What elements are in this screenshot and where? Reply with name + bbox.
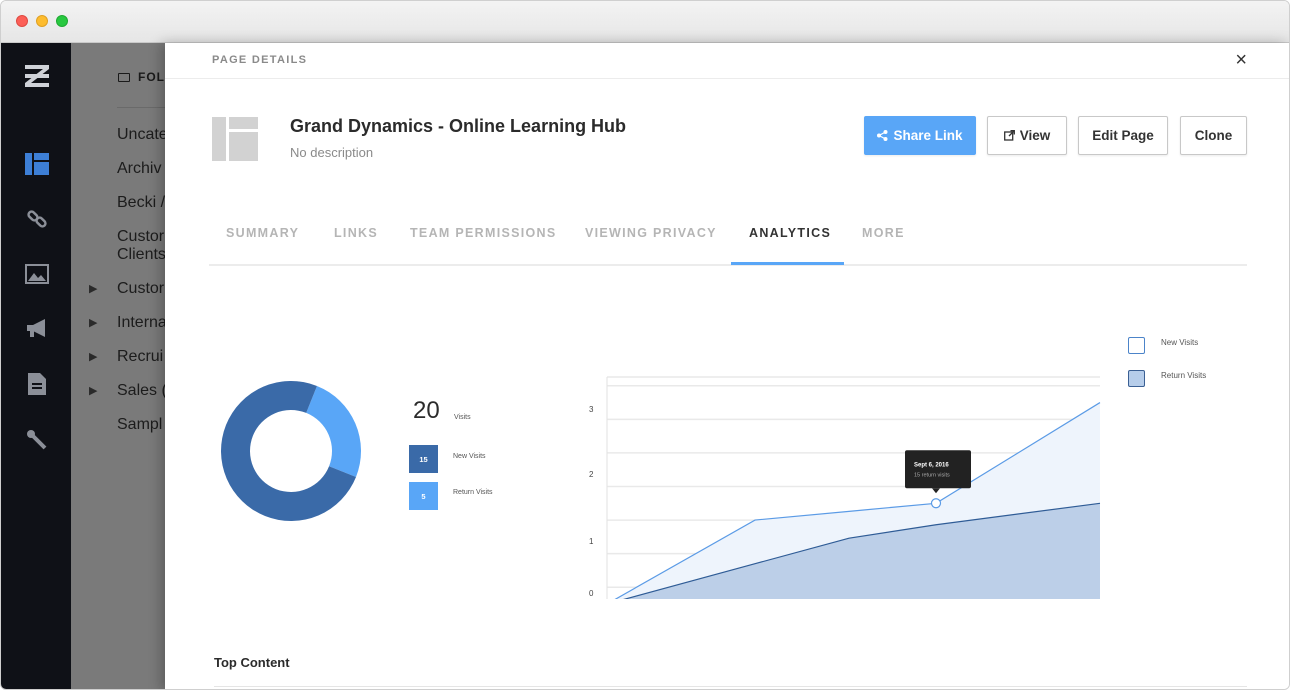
visits-area-chart: 0123Sept 6, 201615 return visitsSep 4Sep… [589, 376, 1101, 599]
folder-item[interactable]: Clients [117, 246, 166, 264]
tooltip-pointer [932, 488, 940, 494]
folders-sidebar: FOL Uncate Archiv Becki / Custor Clients ▶ Cus… [71, 43, 171, 689]
tab-more[interactable]: MORE [862, 226, 905, 240]
folder-item[interactable]: Uncate [117, 126, 168, 144]
image-icon[interactable] [24, 261, 50, 287]
folders-header: FOL [118, 70, 165, 84]
pages-icon[interactable] [24, 151, 50, 177]
donut-slice-return-visits [306, 385, 361, 477]
folder-expand-icon[interactable]: ▶ [89, 316, 97, 329]
tab-summary[interactable]: SUMMARY [226, 226, 299, 240]
folder-item[interactable]: Recrui [117, 348, 163, 366]
folder-expand-icon[interactable]: ▶ [89, 350, 97, 363]
tab-analytics[interactable]: ANALYTICS [749, 226, 831, 240]
share-link-label: Share Link [893, 128, 963, 143]
share-link-button[interactable]: Share Link [864, 116, 976, 155]
top-content-divider [214, 686, 1247, 687]
tab-team-permissions[interactable]: TEAM PERMISSIONS [410, 226, 557, 240]
page-description: No description [290, 145, 374, 160]
share-icon [877, 130, 888, 141]
total-visits-label: Visits [454, 414, 471, 421]
tab-viewing-privacy[interactable]: VIEWING PRIVACY [585, 226, 717, 240]
tab-links[interactable]: LINKS [334, 226, 378, 240]
page-details-panel: PAGE DETAILS × Grand Dynamics - Online L… [165, 43, 1289, 689]
app-window: FOL Uncate Archiv Becki / Custor Clients ▶ Cus… [0, 0, 1290, 690]
folder-item[interactable]: Custor [117, 280, 164, 298]
return-visits-count: 5 [409, 482, 438, 510]
edit-page-button[interactable]: Edit Page [1078, 116, 1168, 155]
folder-item[interactable]: Sampl [117, 416, 162, 434]
detail-tabs: SUMMARY LINKS TEAM PERMISSIONS VIEWING P… [209, 220, 1247, 266]
logo-icon[interactable] [25, 65, 49, 87]
folder-item[interactable]: Becki / [117, 194, 165, 212]
folder-icon [118, 73, 130, 82]
nav-rail [1, 43, 71, 689]
window-titlebar [1, 1, 1289, 43]
close-panel-button[interactable]: × [1235, 49, 1247, 72]
new-visits-label: New Visits [453, 453, 486, 460]
page-thumbnail-icon [212, 117, 258, 161]
minimize-window-button[interactable] [36, 15, 48, 27]
view-label: View [1019, 128, 1051, 143]
link-icon[interactable] [24, 206, 50, 232]
maximize-window-button[interactable] [56, 15, 68, 27]
legend-return-visits-label: Return Visits [1161, 371, 1207, 380]
folder-item[interactable]: Sales ( [117, 382, 167, 400]
chart-tooltip: Sept 6, 2016 15 return visits [905, 450, 971, 494]
folder-item[interactable]: Archiv [117, 160, 161, 178]
legend-return-visits-swatch [1128, 370, 1145, 387]
clone-button[interactable]: Clone [1180, 116, 1247, 155]
panel-title: PAGE DETAILS [212, 54, 308, 66]
total-visits-value: 20 [413, 397, 440, 424]
clone-label: Clone [1194, 128, 1233, 143]
folder-expand-icon[interactable]: ▶ [89, 384, 97, 397]
edit-page-label: Edit Page [1092, 128, 1154, 143]
panel-header: PAGE DETAILS × [165, 43, 1289, 79]
visits-donut-chart [221, 381, 361, 521]
active-tab-indicator [731, 262, 844, 265]
page-title: Grand Dynamics - Online Learning Hub [290, 116, 627, 136]
document-icon[interactable] [24, 371, 50, 397]
return-visits-label: Return Visits [453, 489, 493, 496]
folder-item[interactable]: Custor [117, 228, 164, 246]
y-tick-label: 2 [589, 470, 594, 479]
folder-expand-icon[interactable]: ▶ [89, 282, 97, 295]
view-button[interactable]: View [987, 116, 1067, 155]
close-window-button[interactable] [16, 15, 28, 27]
legend-new-visits-label: New Visits [1161, 338, 1199, 347]
highlighted-data-point[interactable] [930, 498, 942, 509]
app-body: FOL Uncate Archiv Becki / Custor Clients ▶ Cus… [1, 43, 1289, 689]
legend-new-visits-swatch [1128, 337, 1145, 354]
tooltip-title: Sept 6, 2016 [914, 462, 949, 468]
megaphone-icon[interactable] [24, 315, 50, 341]
top-content-heading: Top Content [214, 655, 290, 670]
folder-item[interactable]: Interna [117, 314, 167, 332]
external-link-icon [1003, 130, 1015, 141]
new-visits-count: 15 [409, 445, 438, 473]
tooltip-background [905, 450, 971, 489]
tooltip-subtitle: 15 return visits [914, 472, 950, 478]
y-tick-label: 1 [589, 537, 594, 546]
y-tick-label: 0 [589, 589, 594, 598]
folders-divider [117, 107, 171, 108]
y-tick-label: 3 [589, 405, 594, 414]
tools-icon[interactable] [24, 427, 50, 453]
